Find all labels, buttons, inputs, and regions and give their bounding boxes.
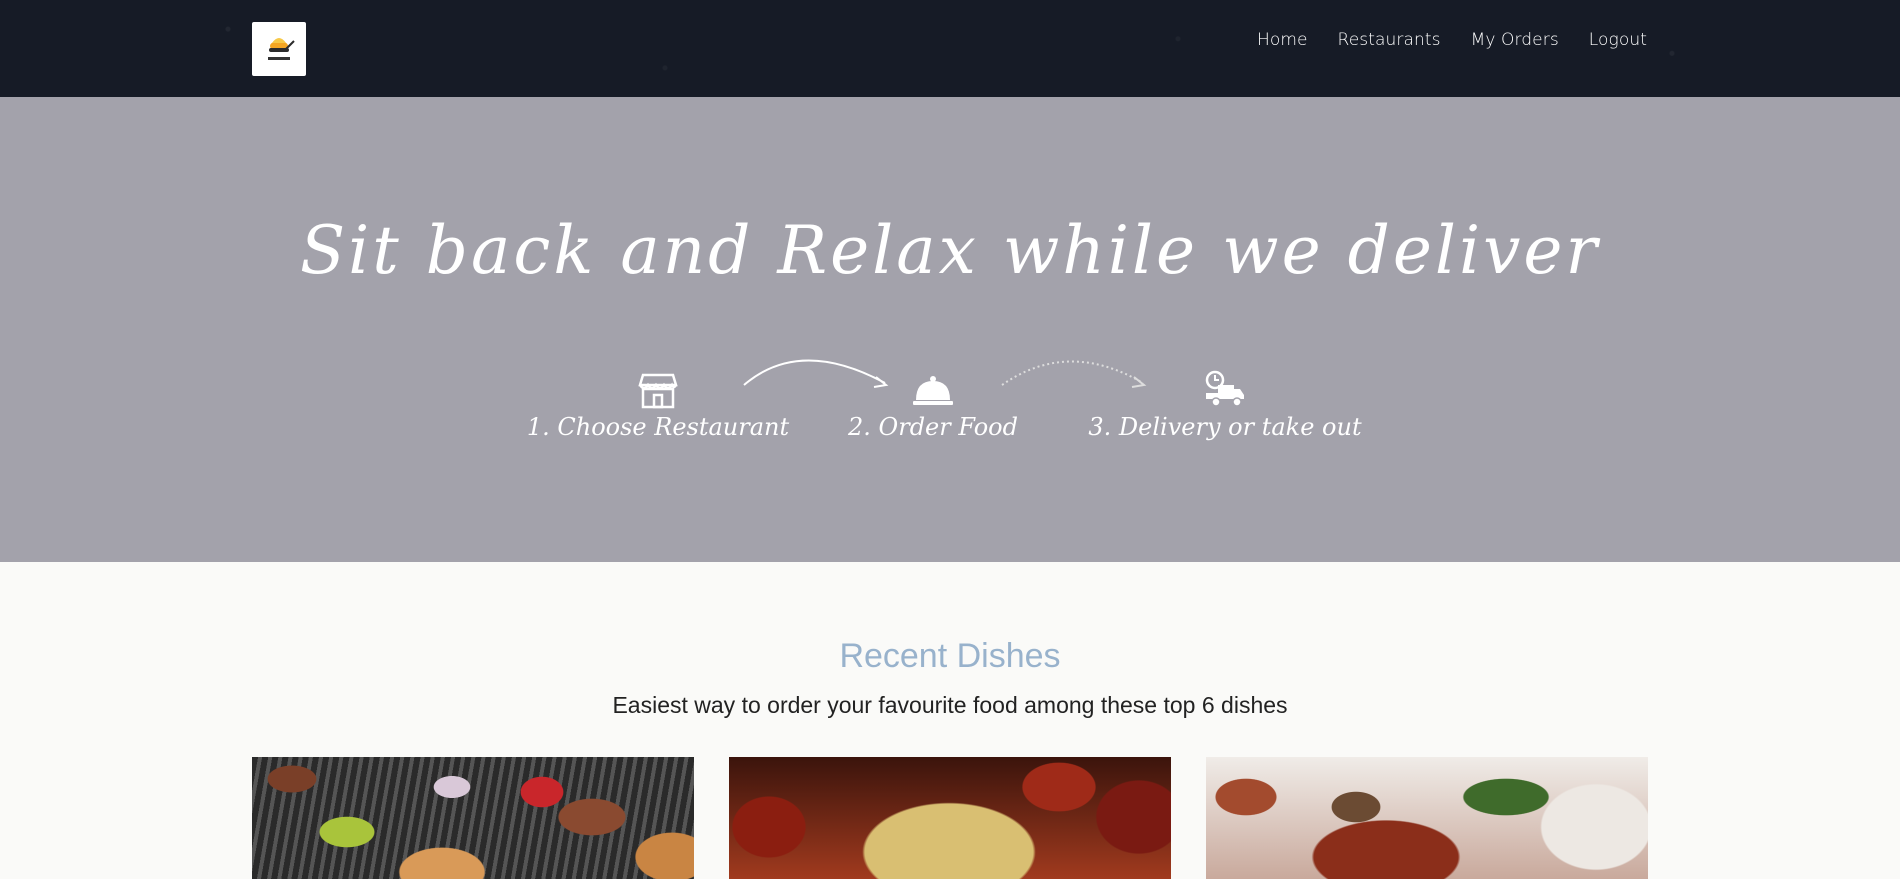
logo-icon: [268, 38, 295, 60]
site-logo[interactable]: [252, 22, 306, 76]
hero-title: Sit back and Relax while we deliver: [299, 212, 1601, 289]
dish-card-image[interactable]: [1206, 757, 1648, 879]
delivery-truck-icon: [1205, 370, 1244, 407]
step-delivery: 3. Delivery or take out: [1088, 369, 1362, 441]
nav-my-orders-link[interactable]: My Orders: [1471, 30, 1559, 50]
step-order-food: 2. Order Food: [843, 372, 1023, 441]
step-choose-restaurant: 1. Choose Restaurant: [527, 369, 789, 441]
main-nav: Home Restaurants My Orders Logout: [1257, 0, 1647, 80]
recent-dishes-subtitle: Easiest way to order your favourite food…: [612, 692, 1288, 718]
nav-logout-link[interactable]: Logout: [1589, 30, 1647, 50]
top-navbar: Home Restaurants My Orders Logout: [0, 0, 1900, 97]
step-label: 2. Order Food: [848, 413, 1018, 441]
storefront-icon: [638, 373, 678, 409]
step-label: 3. Delivery or take out: [1088, 413, 1362, 441]
dish-card-image[interactable]: [729, 757, 1171, 879]
recent-dishes-title: Recent Dishes: [839, 637, 1061, 675]
dish-card-image[interactable]: [252, 757, 694, 879]
food-cloche-icon: [913, 376, 953, 405]
hero-banner: Sit back and Relax while we deliver 1. C…: [0, 97, 1900, 562]
nav-restaurants-link[interactable]: Restaurants: [1338, 30, 1441, 50]
nav-home-link[interactable]: Home: [1257, 30, 1308, 50]
step-label: 1. Choose Restaurant: [526, 413, 790, 441]
